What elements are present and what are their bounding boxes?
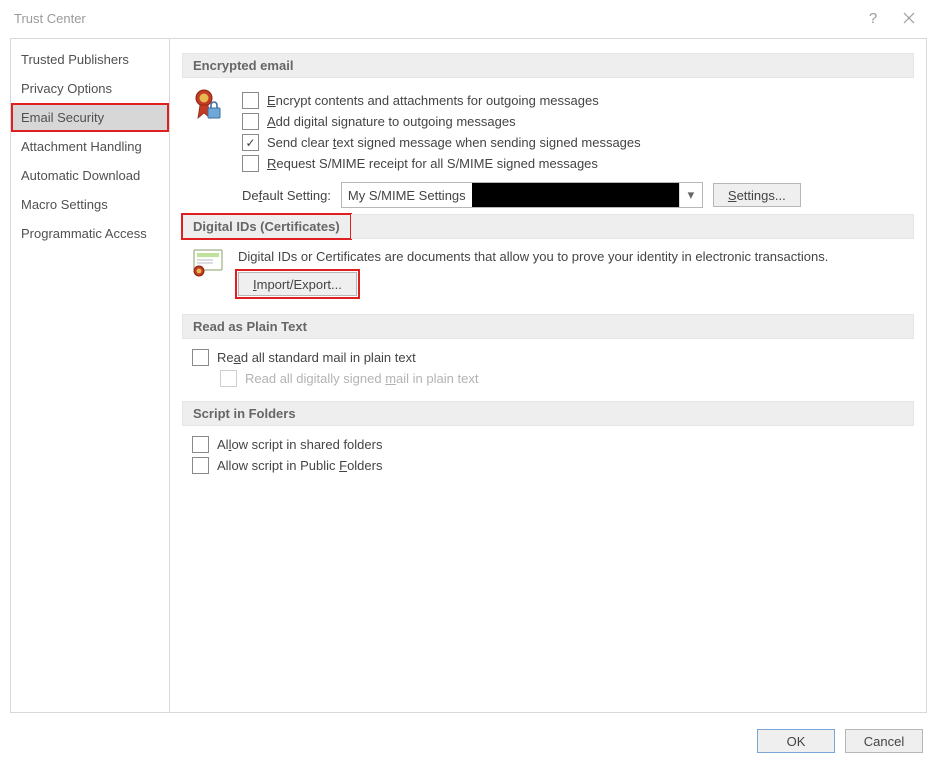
read-standard-row: Read all standard mail in plain text <box>192 349 914 366</box>
read-signed-checkbox <box>220 370 237 387</box>
nav-sidebar: Trusted Publishers Privacy Options Email… <box>11 39 170 712</box>
section-digital-ids: Digital IDs (Certificates) <box>182 214 351 239</box>
nav-attachment-handling[interactable]: Attachment Handling <box>11 132 169 161</box>
send-clear-text-checkbox[interactable] <box>242 134 259 151</box>
nav-macro-settings[interactable]: Macro Settings <box>11 190 169 219</box>
encrypted-email-block: Encrypt contents and attachments for out… <box>186 88 914 208</box>
allow-public-checkbox[interactable] <box>192 457 209 474</box>
allow-shared-row: Allow script in shared folders <box>192 436 914 453</box>
section-read-plain-text: Read as Plain Text <box>182 314 914 339</box>
add-signature-checkbox[interactable] <box>242 113 259 130</box>
encrypt-contents-label: Encrypt contents and attachments for out… <box>267 93 599 108</box>
chevron-down-icon: ▾ <box>679 183 702 207</box>
digital-ids-description: Digital IDs or Certificates are document… <box>238 249 828 264</box>
add-signature-row: Add digital signature to outgoing messag… <box>242 113 914 130</box>
digital-ids-icon-wrap <box>192 249 224 277</box>
request-receipt-row: Request S/MIME receipt for all S/MIME si… <box>242 155 914 172</box>
nav-email-security[interactable]: Email Security <box>11 103 169 132</box>
digital-ids-block: Digital IDs or Certificates are document… <box>186 249 914 296</box>
read-standard-label: Read all standard mail in plain text <box>217 350 416 365</box>
dialog-title: Trust Center <box>10 11 855 26</box>
ribbon-lock-icon <box>194 88 222 122</box>
help-button[interactable]: ? <box>855 0 891 36</box>
ok-button[interactable]: OK <box>757 729 835 753</box>
import-export-button[interactable]: Import/Export... <box>238 272 357 296</box>
encrypt-contents-checkbox[interactable] <box>242 92 259 109</box>
default-setting-row: Default Setting: My S/MIME Settings ▾ Se… <box>242 182 914 208</box>
read-signed-row: Read all digitally signed mail in plain … <box>220 370 914 387</box>
allow-shared-checkbox[interactable] <box>192 436 209 453</box>
dialog-footer: OK Cancel <box>757 729 923 753</box>
send-clear-text-row: Send clear text signed message when send… <box>242 134 914 151</box>
allow-public-label: Allow script in Public Folders <box>217 458 382 473</box>
cancel-button[interactable]: Cancel <box>845 729 923 753</box>
allow-shared-label: Allow script in shared folders <box>217 437 382 452</box>
content-pane: Encrypted email Encrypt contents and att… <box>170 39 926 712</box>
section-script-folders: Script in Folders <box>182 401 914 426</box>
read-signed-label: Read all digitally signed mail in plain … <box>245 371 478 386</box>
nav-privacy-options[interactable]: Privacy Options <box>11 74 169 103</box>
trust-center-dialog: Trust Center ? Trusted Publishers Privac… <box>0 0 937 763</box>
encrypted-email-icon <box>192 88 224 122</box>
settings-button[interactable]: Settings... <box>713 183 801 207</box>
nav-programmatic-access[interactable]: Programmatic Access <box>11 219 169 248</box>
section-encrypted-email: Encrypted email <box>182 53 914 78</box>
close-icon <box>903 12 915 24</box>
add-signature-label: Add digital signature to outgoing messag… <box>267 114 516 129</box>
read-standard-checkbox[interactable] <box>192 349 209 366</box>
nav-trusted-publishers[interactable]: Trusted Publishers <box>11 45 169 74</box>
titlebar: Trust Center ? <box>0 0 937 36</box>
allow-public-row: Allow script in Public Folders <box>192 457 914 474</box>
encrypt-contents-row: Encrypt contents and attachments for out… <box>242 92 914 109</box>
default-setting-value: My S/MIME Settings <box>342 188 472 203</box>
redacted-block <box>472 183 679 207</box>
section-digital-ids-row: Digital IDs (Certificates) <box>182 214 914 239</box>
certificate-icon <box>193 249 223 277</box>
request-receipt-label: Request S/MIME receipt for all S/MIME si… <box>267 156 598 171</box>
nav-automatic-download[interactable]: Automatic Download <box>11 161 169 190</box>
send-clear-text-label: Send clear text signed message when send… <box>267 135 641 150</box>
close-button[interactable] <box>891 0 927 36</box>
default-setting-label: Default Setting: <box>242 188 331 203</box>
default-setting-dropdown[interactable]: My S/MIME Settings ▾ <box>341 182 703 208</box>
section-digital-ids-rest <box>351 214 914 239</box>
dialog-body: Trusted Publishers Privacy Options Email… <box>10 38 927 713</box>
request-receipt-checkbox[interactable] <box>242 155 259 172</box>
